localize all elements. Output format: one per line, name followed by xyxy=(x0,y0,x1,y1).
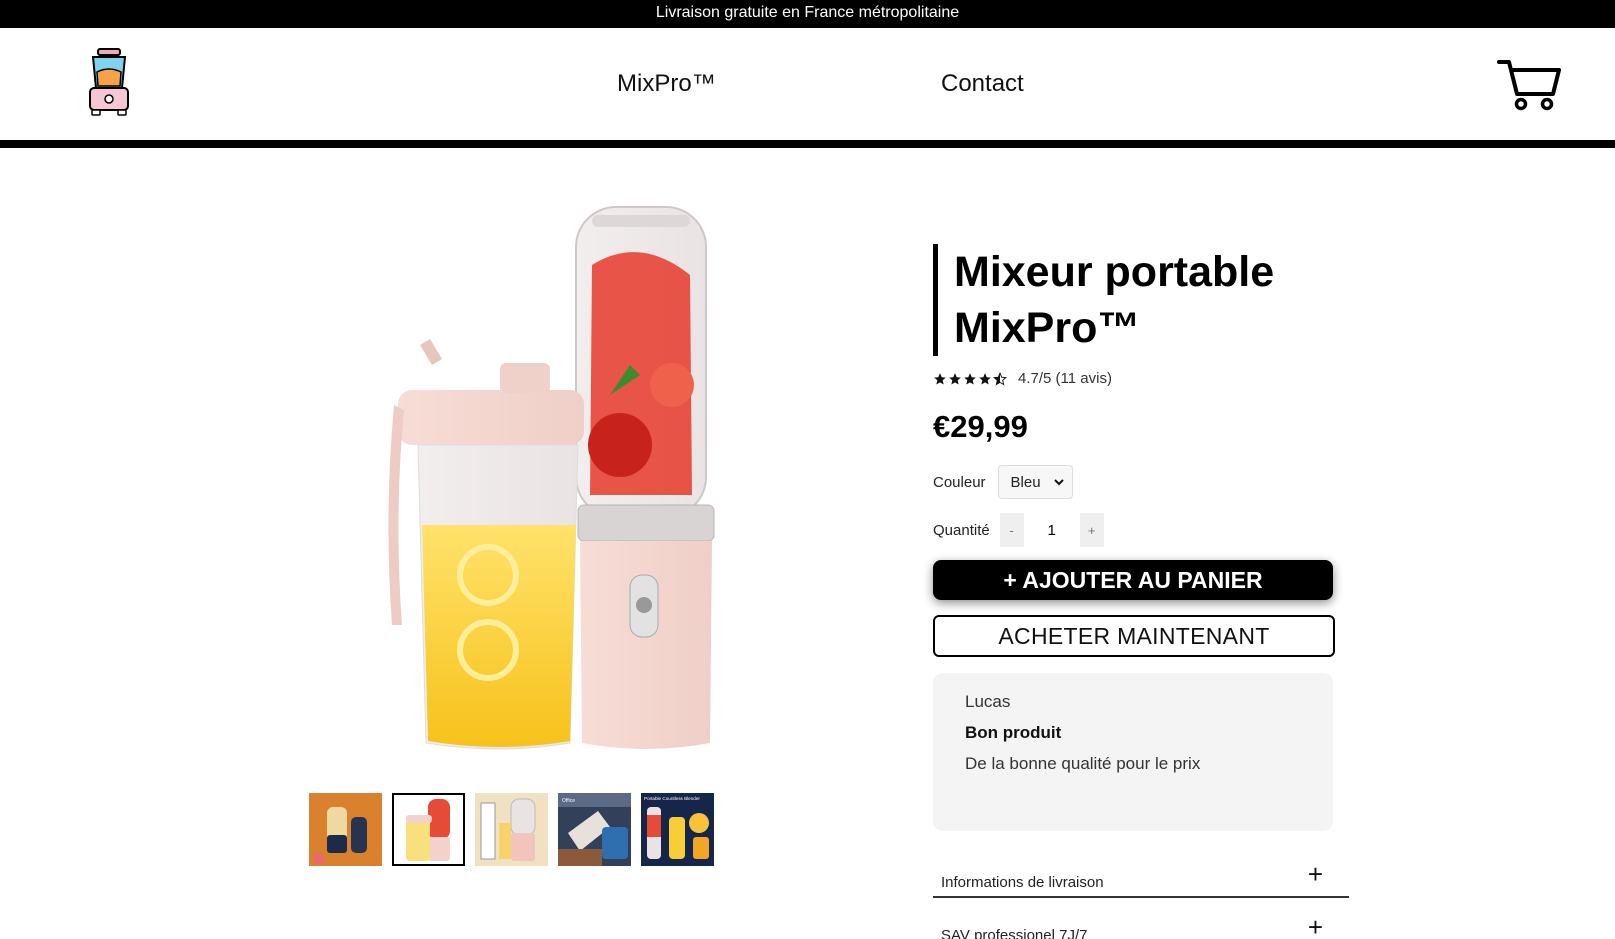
product-main-image xyxy=(388,206,715,750)
review-headline: Bon produit xyxy=(965,723,1062,742)
thumbnail-3-image xyxy=(475,793,548,866)
star-icon xyxy=(964,372,976,385)
title-block: Mixeur portable MixPro™ xyxy=(933,244,1353,356)
cart-icon[interactable] xyxy=(1497,58,1563,112)
accordion-support[interactable]: SAV professionel 7J/7 + xyxy=(933,898,1349,939)
star-rating xyxy=(933,371,1008,386)
star-icon xyxy=(979,372,991,385)
chevron-down-icon xyxy=(1053,479,1064,486)
announcement-text: Livraison gratuite en France métropolita… xyxy=(655,4,960,21)
product-price: €29,99 xyxy=(933,409,1028,444)
thumbnail-2-image xyxy=(392,793,465,866)
quantity-stepper: - + xyxy=(999,513,1104,547)
thumbnail-5-caption: Portable Countless Blender xyxy=(644,796,700,801)
product-info: Mixeur portable MixPro™ 4.7/5 (11 avis) … xyxy=(933,244,1353,939)
plus-icon[interactable]: + xyxy=(1308,861,1323,887)
review-author: Lucas xyxy=(965,692,1011,711)
announcement-bar: Livraison gratuite en France métropolita… xyxy=(0,0,1615,28)
rating-text: 4.7/5 (11 avis) xyxy=(1018,370,1112,387)
accordion-shipping-label: Informations de livraison xyxy=(941,874,1104,891)
quantity-input[interactable] xyxy=(1023,513,1080,547)
thumbnail-4-image: Office xyxy=(558,793,631,866)
review-card: Lucas Bon produit De la bonne qualité po… xyxy=(933,673,1333,831)
buy-now-button[interactable]: ACHETER MAINTENANT xyxy=(933,615,1335,657)
thumbnail-4-caption: Office xyxy=(562,798,575,804)
product-title: Mixeur portable MixPro™ xyxy=(954,248,1275,352)
header-divider xyxy=(0,140,1615,148)
thumbnail-1[interactable] xyxy=(309,793,382,866)
add-to-cart-button[interactable]: + AJOUTER AU PANIER xyxy=(933,560,1333,600)
accordion-support-label: SAV professionel 7J/7 xyxy=(941,927,1088,939)
thumbnail-strip: Office Portable Countless Blender xyxy=(309,793,714,867)
star-icon xyxy=(949,372,961,385)
color-option-row: Couleur Bleu xyxy=(933,465,1353,499)
blender-logo-icon[interactable] xyxy=(86,48,132,116)
nav-link-contact[interactable]: Contact xyxy=(941,70,1024,98)
quantity-increment-button[interactable]: + xyxy=(1079,513,1104,547)
thumbnail-4[interactable]: Office xyxy=(558,793,631,866)
thumbnail-1-image xyxy=(309,793,382,866)
review-body: De la bonne qualité pour le prix xyxy=(965,754,1201,773)
rating-row: 4.7/5 (11 avis) xyxy=(933,370,1353,387)
thumbnail-3[interactable] xyxy=(475,793,548,866)
color-label: Couleur xyxy=(933,473,986,491)
accordion-shipping[interactable]: Informations de livraison + xyxy=(933,845,1349,898)
thumbnail-5-image: Portable Countless Blender xyxy=(641,793,714,866)
site-header: MixPro™ Contact xyxy=(0,28,1615,140)
thumbnail-5[interactable]: Portable Countless Blender xyxy=(641,793,714,866)
quantity-row: Quantité - + xyxy=(933,513,1353,547)
nav-link-mixpro[interactable]: MixPro™ xyxy=(617,70,716,98)
color-select-value: Bleu xyxy=(1010,473,1041,491)
plus-icon[interactable]: + xyxy=(1308,914,1323,939)
thumbnail-2[interactable] xyxy=(392,793,465,866)
quantity-decrement-button[interactable]: - xyxy=(999,513,1024,547)
quantity-label: Quantité xyxy=(933,521,990,539)
color-select[interactable]: Bleu xyxy=(997,465,1073,499)
star-icon xyxy=(934,372,946,385)
star-half-icon xyxy=(993,371,1007,385)
